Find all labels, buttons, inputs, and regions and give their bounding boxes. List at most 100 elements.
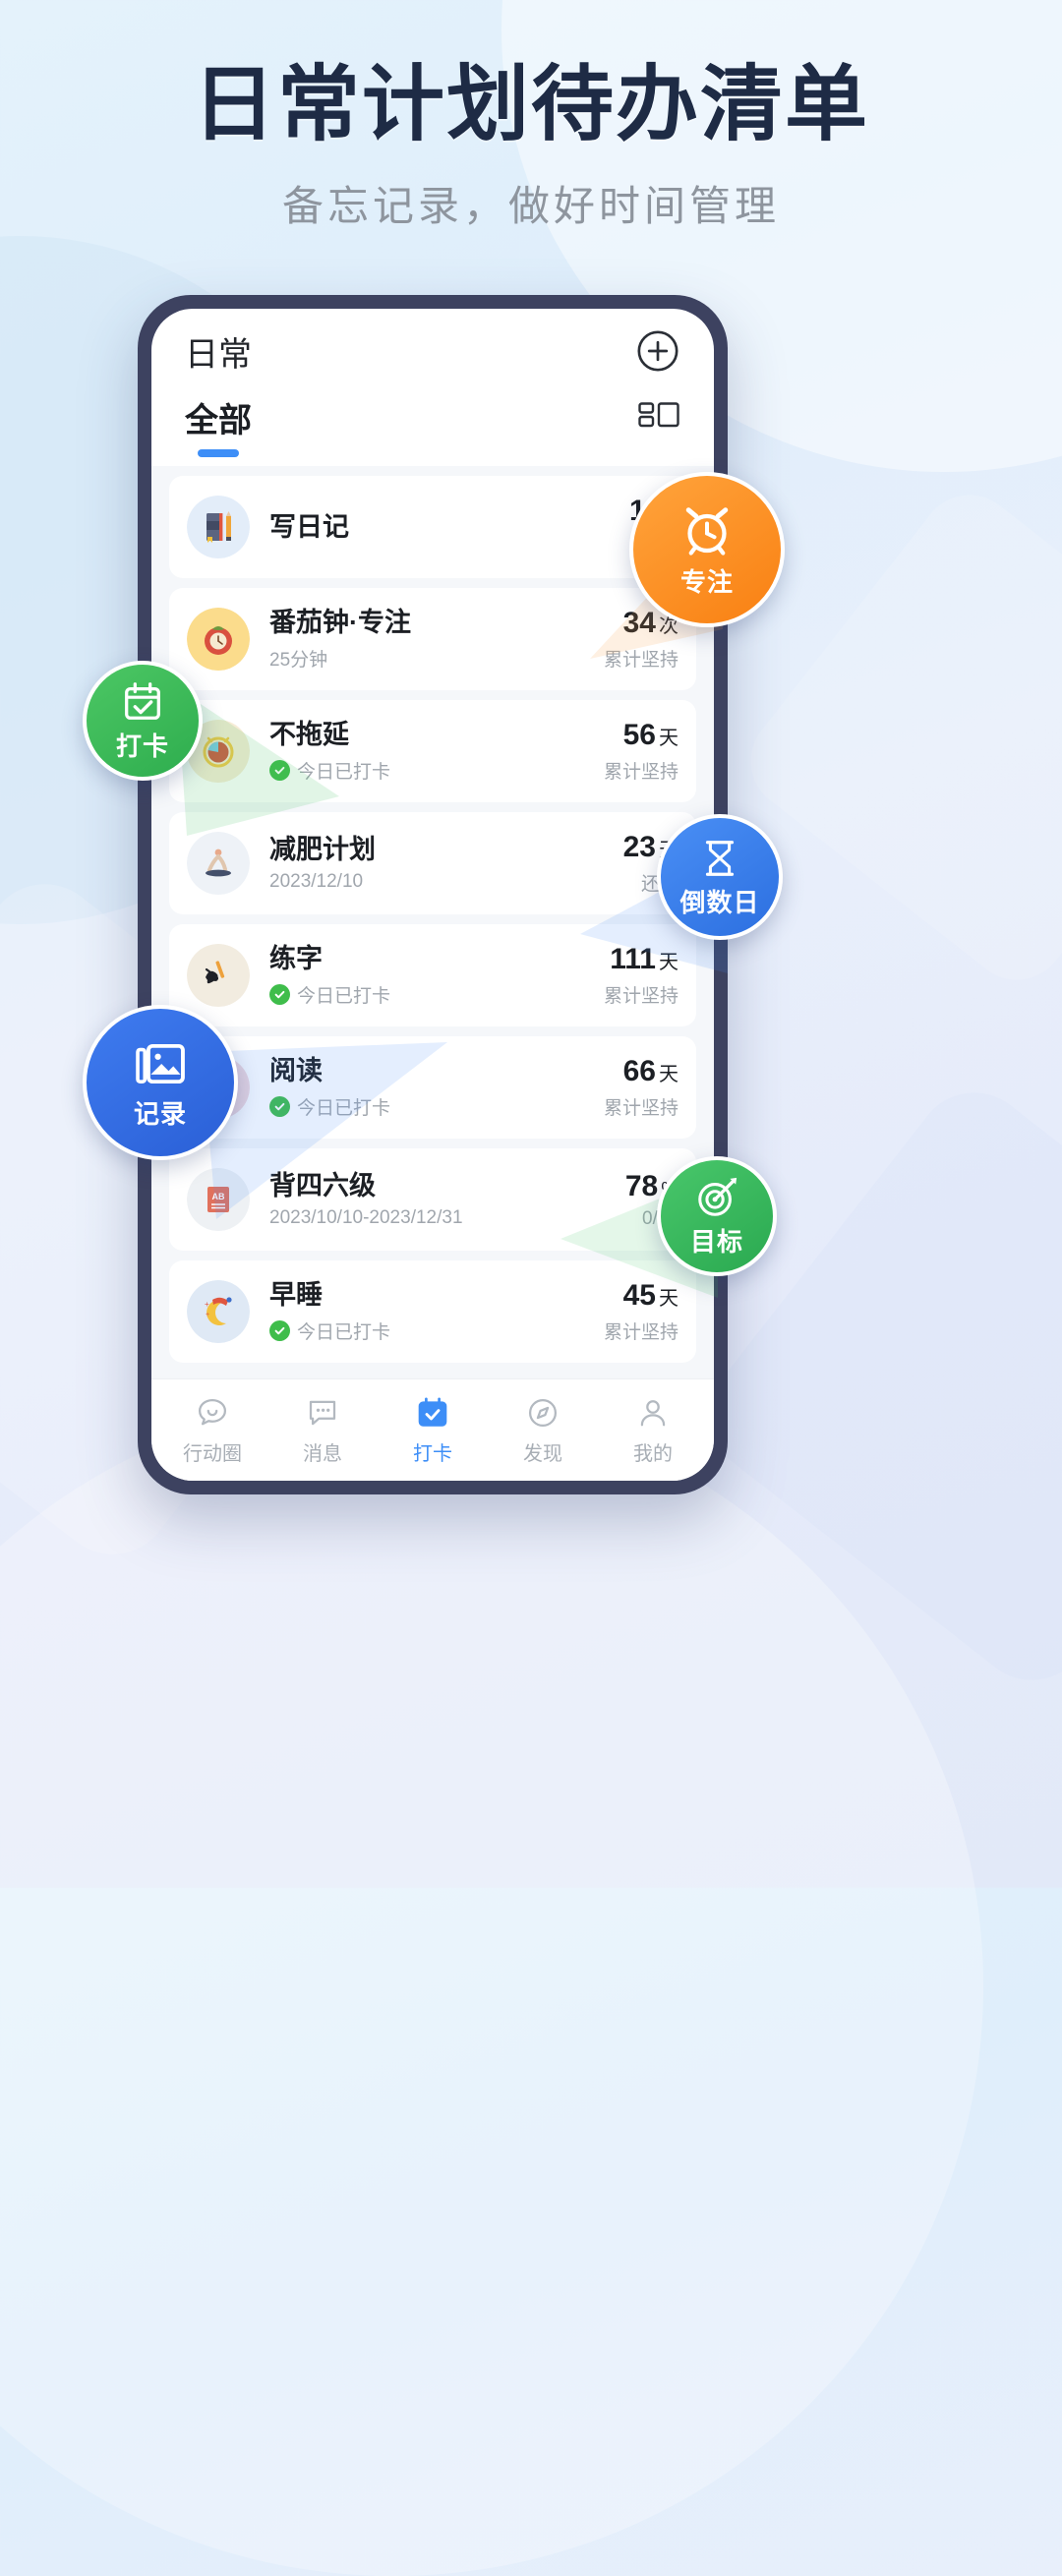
habit-subtitle-text: 2023/10/10-2023/12/31 — [269, 1207, 463, 1229]
feature-badge-countdown[interactable]: 倒数日 — [657, 814, 783, 940]
check-circle-icon — [269, 983, 290, 1005]
layout-grid-icon[interactable] — [637, 399, 680, 429]
feature-badge-record[interactable]: 记录 — [83, 1005, 238, 1160]
svg-text:+: + — [206, 1312, 209, 1318]
nav-item-我的[interactable]: 我的 — [608, 1395, 698, 1466]
habit-name: 阅读 — [269, 1056, 323, 1086]
page-title: 日常计划待办清单 — [192, 56, 869, 152]
habit-subtitle-text: 今日已打卡 — [297, 1097, 391, 1119]
habit-value-number: 78 — [624, 1169, 659, 1202]
habit-value: 66 天 — [604, 1055, 678, 1087]
calendar-check-icon — [418, 1397, 447, 1427]
nav-item-label: 我的 — [633, 1442, 673, 1465]
habit-name: 写日记 — [269, 511, 349, 542]
nav-item-label: 打卡 — [413, 1442, 452, 1465]
feature-badge-checkin-label: 打卡 — [115, 731, 169, 761]
habit-list[interactable]: 写日记166累计番茄钟·专注25分钟34次累计坚持不拖延今日已打卡56天累计坚持… — [151, 466, 714, 1378]
target-dart-icon — [698, 1177, 738, 1216]
habit-name: 番茄钟·专注 — [269, 608, 411, 638]
habit-value: 56 天 — [604, 719, 678, 751]
feature-badge-checkin[interactable]: 打卡 — [83, 661, 203, 781]
habit-value-number: 23 — [622, 831, 656, 863]
habit-value: 111 天 — [604, 943, 678, 975]
habit-name: 早睡 — [269, 1280, 323, 1311]
habit-name: 练字 — [269, 944, 323, 974]
habit-stat: 111 天累计坚持 — [596, 943, 678, 1008]
nav-item-label: 消息 — [303, 1442, 342, 1465]
habit-row[interactable]: 练字 今日已打卡 111 天累计坚持 — [169, 924, 696, 1026]
feature-badge-goal[interactable]: 目标 — [657, 1156, 777, 1276]
ab-book-icon: AB — [187, 1168, 250, 1231]
nav-item-打卡[interactable]: 打卡 — [387, 1395, 478, 1466]
feature-badge-focus-label: 专注 — [679, 566, 734, 597]
photo-note-icon — [136, 1043, 185, 1083]
feature-badge-goal-label: 目标 — [689, 1226, 743, 1257]
habit-subtitle-text: 今日已打卡 — [297, 985, 391, 1007]
tab-all[interactable]: 全部 — [185, 393, 252, 457]
habit-subtitle-text: 25分钟 — [269, 649, 328, 671]
alarm-clock-icon — [685, 506, 729, 556]
habit-text: 阅读今日已打卡 — [269, 1055, 596, 1119]
check-circle-icon — [269, 1319, 290, 1341]
chat-smile-icon — [198, 1398, 227, 1425]
bottom-navigation[interactable]: 行动圈 消息 打卡 发现 我的 — [151, 1378, 714, 1481]
calendar-check-icon — [125, 681, 160, 720]
habit-stat: 66 天累计坚持 — [596, 1055, 678, 1120]
svg-text:AB: AB — [212, 1192, 225, 1201]
habit-row[interactable]: 减肥计划2023/12/1023天还有 — [169, 812, 696, 914]
nav-item-发现[interactable]: 发现 — [498, 1395, 588, 1466]
nav-item-label: 发现 — [523, 1442, 562, 1465]
habit-subtitle: 今日已打卡 — [269, 1317, 596, 1344]
habit-row[interactable]: 阅读 今日已打卡 66 天累计坚持 — [169, 1036, 696, 1139]
habit-value-number: 111 — [610, 943, 656, 975]
message-dots-icon — [309, 1400, 336, 1425]
feature-badge-record-label: 记录 — [133, 1098, 187, 1129]
plus-circle-icon[interactable] — [635, 328, 680, 374]
habit-value: 45 天 — [604, 1279, 678, 1312]
habit-row[interactable]: 写日记166累计 — [169, 476, 696, 578]
habit-stat: 45 天累计坚持 — [596, 1279, 678, 1344]
feature-badge-countdown-label: 倒数日 — [679, 887, 760, 917]
feature-badge-focus[interactable]: 专注 — [629, 472, 785, 627]
check-circle-icon — [269, 759, 290, 781]
phone-mockup: 日常 全部 写日记166累计番茄钟·专注25分钟34次累计坚持不拖延今日已打卡5… — [138, 295, 728, 1494]
habit-stat: 34 次累计坚持 — [596, 607, 678, 672]
habit-value-unit: 天 — [659, 1064, 678, 1085]
habit-text: 写日记 — [269, 511, 621, 543]
nav-item-行动圈[interactable]: 行动圈 — [167, 1395, 258, 1466]
phone-screen: 日常 全部 写日记166累计番茄钟·专注25分钟34次累计坚持不拖延今日已打卡5… — [151, 309, 714, 1481]
habit-value-unit: 天 — [659, 952, 678, 973]
tab-bar: 全部 — [151, 393, 714, 466]
habit-subtitle-text: 今日已打卡 — [297, 761, 391, 783]
habit-row[interactable]: 不拖延 今日已打卡 56 天累计坚持 — [169, 700, 696, 802]
habit-subtitle: 2023/10/10-2023/12/31 — [269, 1207, 618, 1229]
habit-value-number: 34 — [622, 607, 656, 639]
habit-subtitle: 今日已打卡 — [269, 757, 596, 784]
habit-name: 背四六级 — [269, 1170, 376, 1200]
habit-value-unit: 天 — [659, 1288, 678, 1310]
habit-text: 番茄钟·专注 25分钟 — [269, 607, 596, 671]
habit-value-unit: 天 — [659, 728, 678, 749]
nav-item-消息[interactable]: 消息 — [277, 1395, 368, 1466]
habit-row[interactable]: AB背四六级2023/10/10-2023/12/3178%0/10 — [169, 1148, 696, 1251]
calligraphy-brush-icon — [187, 944, 250, 1007]
hero-block: 日常计划待办清单 备忘记录，做好时间管理 — [0, 61, 1062, 233]
page-subtitle: 备忘记录，做好时间管理 — [281, 183, 780, 230]
check-circle-icon — [269, 1095, 290, 1117]
habit-row[interactable]: 番茄钟·专注 25分钟 34 次累计坚持 — [169, 588, 696, 690]
habit-stat-desc: 累计坚持 — [603, 986, 678, 1007]
habit-row[interactable]: + + 早睡 今日已打卡 45 天累计坚持 — [169, 1260, 696, 1363]
habit-text: 减肥计划 2023/12/10 — [269, 834, 616, 893]
app-header: 日常 — [151, 309, 714, 393]
habit-subtitle-text: 2023/12/10 — [269, 871, 364, 893]
habit-text: 背四六级 2023/10/10-2023/12/31 — [269, 1170, 618, 1229]
background-decoration-3 — [0, 1396, 983, 2576]
nav-item-label: 行动圈 — [183, 1442, 242, 1465]
habit-subtitle: 今日已打卡 — [269, 981, 596, 1008]
habit-text: 练字今日已打卡 — [269, 943, 596, 1007]
habit-name: 减肥计划 — [269, 834, 376, 864]
habit-subtitle: 25分钟 — [269, 645, 596, 672]
habit-text: 早睡 今日已打卡 — [269, 1279, 596, 1343]
habit-stat-desc: 累计坚持 — [603, 1322, 678, 1343]
habit-value-number: 66 — [622, 1055, 656, 1087]
